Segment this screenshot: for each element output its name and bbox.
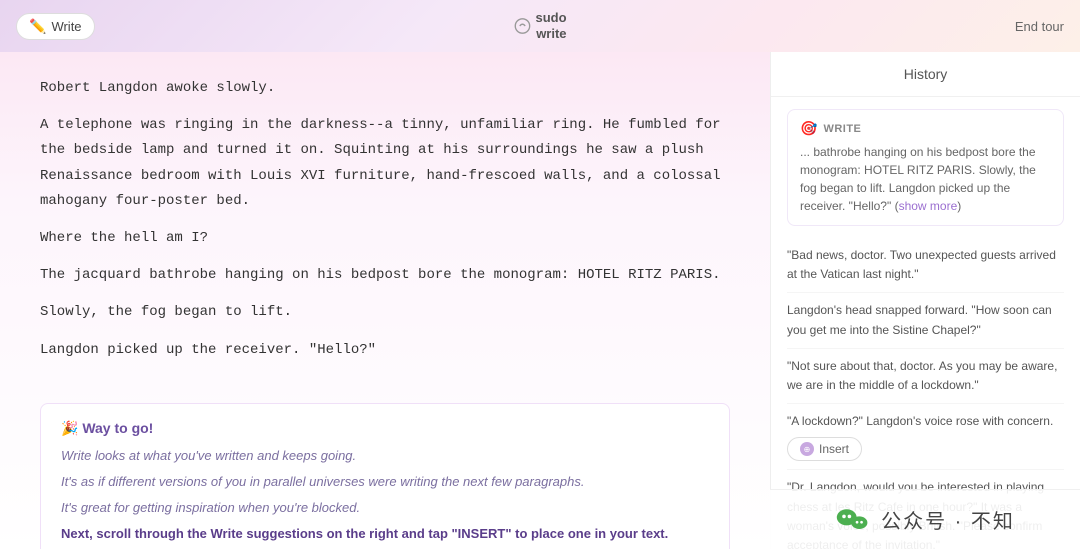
insert-icon-1: ⊕: [800, 442, 814, 456]
tour-highlight: Next, scroll through the Write suggestio…: [61, 526, 668, 541]
history-item-0: "Bad news, doctor. Two unexpected guests…: [787, 238, 1064, 293]
history-title: History: [904, 66, 948, 82]
logo-sudo: sudo: [535, 10, 566, 26]
history-item-1: Langdon's head snapped forward. "How soo…: [787, 293, 1064, 348]
write-button-label: Write: [51, 19, 81, 34]
app-header: ✏️ Write sudo write End tour: [0, 0, 1080, 52]
write-badge: WRITE: [823, 123, 861, 135]
watermark-text: 公众号 · 不知: [881, 505, 1015, 534]
story-text: Robert Langdon awoke slowly. A telephone…: [40, 76, 730, 363]
logo-write: write: [535, 26, 566, 42]
tour-description: Write looks at what you've written and k…: [61, 445, 709, 545]
pen-icon: ✏️: [29, 18, 46, 35]
write-button[interactable]: ✏️ Write: [16, 13, 95, 40]
write-card: 🎯 WRITE ... bathrobe hanging on his bedp…: [787, 109, 1064, 226]
divider: [40, 375, 730, 395]
logo-icon: [513, 17, 531, 35]
history-item-2: "Not sure about that, doctor. As you may…: [787, 349, 1064, 404]
tour-line-3: It's great for getting inspiration when …: [61, 497, 709, 519]
wechat-icon: [835, 502, 871, 538]
tour-line-1: Write looks at what you've written and k…: [61, 445, 709, 467]
history-header: History: [771, 52, 1080, 97]
story-para-4: The jacquard bathrobe hanging on his bed…: [40, 263, 730, 288]
end-tour-button[interactable]: End tour: [1015, 19, 1064, 34]
story-para-5: Slowly, the fog began to lift.: [40, 300, 730, 325]
history-content[interactable]: 🎯 WRITE ... bathrobe hanging on his bedp…: [771, 97, 1080, 549]
left-panel: Robert Langdon awoke slowly. A telephone…: [0, 52, 770, 549]
story-para-2: A telephone was ringing in the darkness-…: [40, 113, 730, 214]
tour-box: 🎉 Way to go! Write looks at what you've …: [40, 403, 730, 549]
wechat-watermark: 公众号 · 不知: [770, 489, 1080, 549]
write-card-header: 🎯 WRITE: [800, 120, 1051, 137]
story-para-1: Robert Langdon awoke slowly.: [40, 76, 730, 101]
history-item-3: "A lockdown?" Langdon's voice rose with …: [787, 404, 1064, 470]
tour-title: 🎉 Way to go!: [61, 420, 709, 437]
app-logo: sudo write: [513, 10, 566, 41]
insert-button-1[interactable]: ⊕ Insert: [787, 437, 862, 461]
write-card-emoji: 🎯: [800, 120, 817, 137]
story-para-6: Langdon picked up the receiver. "Hello?": [40, 338, 730, 363]
tour-line-2: It's as if different versions of you in …: [61, 471, 709, 493]
tour-line-4: Next, scroll through the Write suggestio…: [61, 523, 709, 545]
story-para-3: Where the hell am I?: [40, 226, 730, 251]
main-container: Robert Langdon awoke slowly. A telephone…: [0, 52, 1080, 549]
right-panel: History 🎯 WRITE ... bathrobe hanging on …: [770, 52, 1080, 549]
write-card-text: ... bathrobe hanging on his bedpost bore…: [800, 143, 1051, 215]
show-more-link[interactable]: show more: [899, 199, 958, 213]
